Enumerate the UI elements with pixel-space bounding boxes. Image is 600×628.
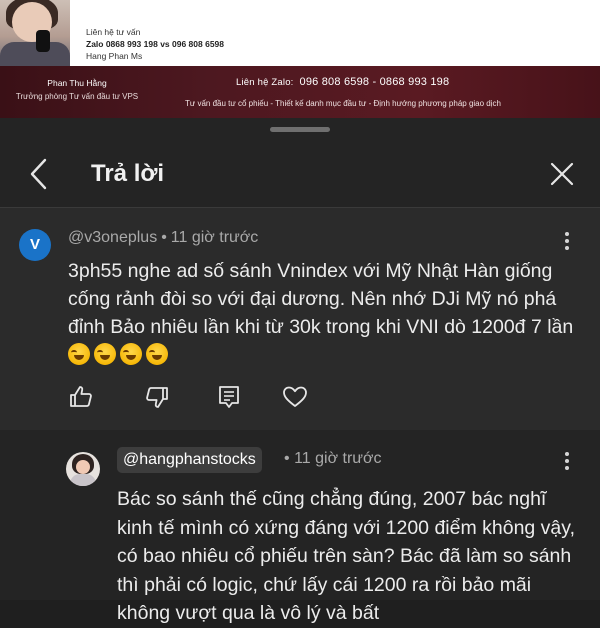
comment-author[interactable]: @v3oneplus <box>68 229 157 246</box>
contact-heading: Liên hệ tư vấn <box>86 27 141 37</box>
contact-name: Hang Phan Ms <box>86 51 143 61</box>
presenter-photo <box>0 0 70 66</box>
reply-time-text: 11 giờ trước <box>294 450 382 467</box>
heart-icon <box>283 386 307 407</box>
laughing-emoji-icon <box>146 343 168 365</box>
zalo-label: Liên hệ Zalo: <box>236 77 294 88</box>
more-vert-icon <box>559 452 575 470</box>
contact-box: Liên hệ tư vấn Zalo 0868 993 198 vs 096 … <box>86 26 224 62</box>
presenter-name: Phan Thu Hằng <box>47 78 107 88</box>
like-button[interactable] <box>68 384 94 410</box>
sheet-drag-handle[interactable] <box>270 127 330 132</box>
close-icon <box>550 162 574 186</box>
reply-comment: @hangphanstocks • 11 giờ trước Bác so sá… <box>0 430 600 624</box>
reply-text: Bác so sánh thế cũng chẳng đúng, 2007 bá… <box>117 488 575 624</box>
like-icon <box>70 386 92 407</box>
laughing-emoji-icon <box>68 343 90 365</box>
contact-phones: Zalo 0868 993 198 vs 096 808 6598 <box>86 39 225 49</box>
more-options-button[interactable] <box>559 452 575 474</box>
video-banner: Liên hệ tư vấn Zalo 0868 993 198 vs 096 … <box>0 0 600 118</box>
comment-meta: @v3oneplus • 11 giờ trước <box>68 229 259 246</box>
reply-button[interactable] <box>216 384 242 410</box>
reply-time: • 11 giờ trước <box>284 450 382 467</box>
reply-author[interactable]: @hangphanstocks <box>117 447 262 473</box>
parent-comment: V @v3oneplus • 11 giờ trước 3ph55 nghe ad … <box>0 208 600 430</box>
dislike-button[interactable] <box>144 384 170 410</box>
comment-body: 3ph55 nghe ad số sánh Vnindex với Mỹ Nhậ… <box>68 257 588 369</box>
banner-top-strip: Liên hệ tư vấn Zalo 0868 993 198 vs 096 … <box>0 0 600 66</box>
sheet-title: Trả lời <box>91 160 165 187</box>
more-vert-icon <box>559 232 575 250</box>
zalo-numbers: 096 808 6598 - 0868 993 198 <box>299 76 450 88</box>
close-button[interactable] <box>548 160 576 188</box>
replies-sheet: Trả lời V @v3oneplus • 11 giờ trước 3ph55 … <box>0 118 600 624</box>
dislike-icon <box>146 387 168 408</box>
emoji-row <box>68 343 172 366</box>
laughing-emoji-icon <box>120 343 142 365</box>
zalo-contact: Liên hệ Zalo: 096 808 6598 - 0868 993 198 <box>236 76 449 88</box>
chevron-left-icon <box>30 158 47 190</box>
more-options-button[interactable] <box>559 232 575 254</box>
presenter-title: Trưởng phòng Tư vấn đầu tư VPS <box>15 92 139 101</box>
presenter-caption: Phan Thu Hằng Trưởng phòng Tư vấn đầu tư… <box>12 76 142 104</box>
comment-time: 11 giờ trước <box>170 229 259 246</box>
comment-text: 3ph55 nghe ad số sánh Vnindex với Mỹ Nhậ… <box>68 260 574 338</box>
banner-tagline: Tư vấn đầu tư cổ phiếu - Thiết kế danh m… <box>185 99 501 108</box>
avatar[interactable] <box>66 452 100 486</box>
reply-icon <box>219 386 239 408</box>
avatar[interactable]: V <box>19 229 51 261</box>
laughing-emoji-icon <box>94 343 116 365</box>
back-button[interactable] <box>26 156 54 192</box>
banner-bottom-strip: Phan Thu Hằng Trưởng phòng Tư vấn đầu tư… <box>0 66 600 118</box>
heart-button[interactable] <box>282 384 308 410</box>
